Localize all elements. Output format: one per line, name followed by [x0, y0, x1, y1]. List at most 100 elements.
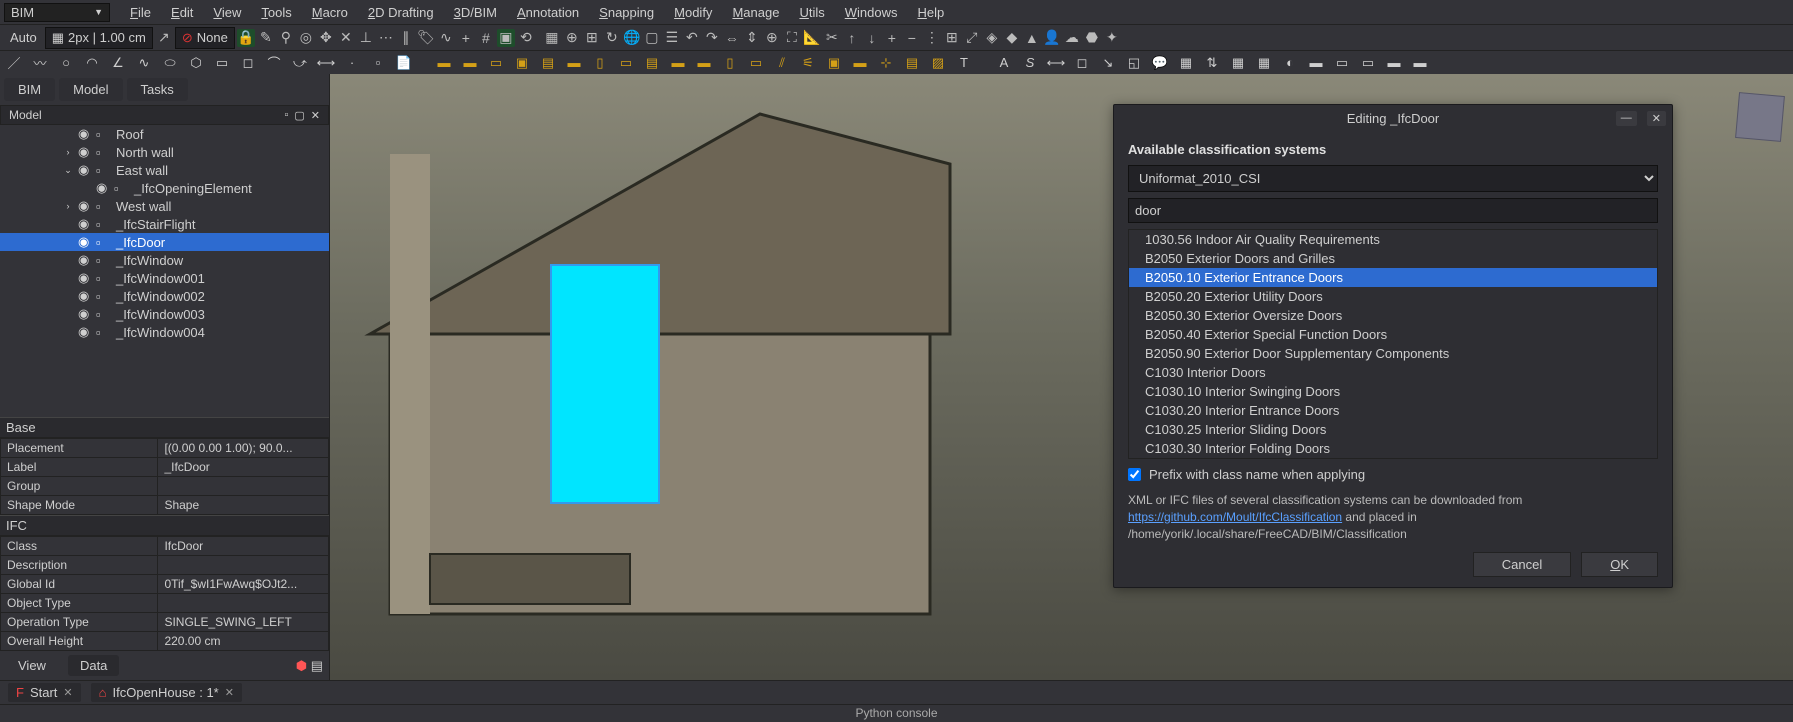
polygon-icon[interactable]: ⬡	[186, 53, 206, 73]
x-icon[interactable]: ✕	[337, 29, 355, 47]
property-row[interactable]: Shape ModeShape	[1, 496, 329, 515]
floor-icon[interactable]: ▤	[538, 53, 558, 73]
menu-annotation[interactable]: Annotation	[507, 3, 589, 22]
classification-system-select[interactable]: Uniformat_2010_CSI	[1128, 165, 1658, 192]
tree-item[interactable]: ◉▫Roof	[0, 125, 329, 143]
text2-icon[interactable]: T	[954, 53, 974, 73]
dialog-close-icon[interactable]: ✕	[1647, 111, 1666, 126]
visibility-icon[interactable]: ◉	[78, 234, 92, 250]
section-icon[interactable]: ▤	[902, 53, 922, 73]
expand-icon[interactable]: ⤢	[963, 29, 981, 47]
perp-icon[interactable]: ⊥	[357, 29, 375, 47]
menu-modify[interactable]: Modify	[664, 3, 722, 22]
prop-value[interactable]	[158, 594, 329, 613]
furn-icon[interactable]: ▬	[850, 53, 870, 73]
beam-icon[interactable]: ▬	[694, 53, 714, 73]
expand-icon[interactable]: ⌄	[62, 165, 74, 176]
menu-2ddrafting[interactable]: 2D Drafting	[358, 3, 444, 22]
tree-item[interactable]: ◉▫_IfcDoor	[0, 233, 329, 251]
visibility-icon[interactable]: ◉	[78, 270, 92, 286]
doc-tab[interactable]: FStart✕	[8, 683, 81, 702]
hatch-icon[interactable]: ▨	[928, 53, 948, 73]
prop-tab-view[interactable]: View	[6, 655, 58, 676]
property-row[interactable]: Placement[(0.00 0.00 1.00); 90.0...	[1, 439, 329, 458]
menu-file[interactable]: File	[120, 3, 161, 22]
undo-icon[interactable]: ↶	[683, 29, 701, 47]
prop-value[interactable]: IfcDoor	[158, 537, 329, 556]
prop-value[interactable]: _IfcDoor	[158, 458, 329, 477]
left-tab-tasks[interactable]: Tasks	[127, 78, 188, 101]
expand-icon[interactable]: ›	[62, 201, 74, 211]
callout-icon[interactable]: ◱	[1124, 53, 1144, 73]
classification-item[interactable]: B2050.10 Exterior Entrance Doors	[1129, 268, 1657, 287]
dim-icon[interactable]: ⟷	[316, 53, 336, 73]
arc-icon[interactable]: ◠	[82, 53, 102, 73]
tag-icon[interactable]: 🏷	[417, 29, 435, 47]
cut-icon[interactable]: ✂	[823, 29, 841, 47]
more-icon[interactable]: ⋯	[377, 29, 395, 47]
close-tab-icon[interactable]: ✕	[63, 686, 72, 699]
box-icon[interactable]: ▢	[643, 29, 661, 47]
rect-icon[interactable]: ▭	[212, 53, 232, 73]
target-icon[interactable]: ◎	[297, 29, 315, 47]
left-tab-model[interactable]: Model	[59, 78, 122, 101]
line-icon[interactable]: ／	[4, 53, 24, 73]
arc2-icon[interactable]: ⌒	[264, 53, 284, 73]
text-icon[interactable]: ▫	[368, 53, 388, 73]
fit-icon[interactable]: ⛶	[783, 29, 801, 47]
txt-s-icon[interactable]: S	[1020, 53, 1040, 73]
close-icon[interactable]: ✕	[311, 109, 320, 122]
misc2-icon[interactable]: ◆	[1003, 29, 1021, 47]
leader-icon[interactable]: ↘	[1098, 53, 1118, 73]
halign-icon[interactable]: ⇔	[723, 29, 741, 47]
tree-item[interactable]: ◉▫_IfcWindow004	[0, 323, 329, 341]
struct-icon[interactable]: ▬	[460, 53, 480, 73]
valign-icon[interactable]: ⇕	[743, 29, 761, 47]
visibility-icon[interactable]: ◉	[78, 126, 92, 142]
hash-icon[interactable]: #	[477, 29, 495, 47]
panel-icon[interactable]: ▭	[486, 53, 506, 73]
dim2-icon[interactable]: ⟷	[1046, 53, 1066, 73]
wall-icon[interactable]: ▬	[434, 53, 454, 73]
move-icon[interactable]: ✥	[317, 29, 335, 47]
globe-icon[interactable]: 🌐	[623, 29, 641, 47]
menu-utils[interactable]: Utils	[789, 3, 834, 22]
prop-value[interactable]: 0Tif_$wI1FwAwq$OJt2...	[158, 575, 329, 594]
filter-input[interactable]	[1128, 198, 1658, 223]
down-icon[interactable]: ↓	[863, 29, 881, 47]
grid3-icon[interactable]: ▦	[1228, 53, 1248, 73]
classification-item[interactable]: C1030 Interior Doors	[1129, 363, 1657, 382]
contrast-icon[interactable]: ◐	[1280, 53, 1300, 73]
window-icon[interactable]: ▯	[590, 53, 610, 73]
visibility-icon[interactable]: ◉	[96, 180, 110, 196]
prop-tab-data[interactable]: Data	[68, 655, 119, 676]
visibility-icon[interactable]: ◉	[78, 144, 92, 160]
sheet-icon[interactable]: ▤	[311, 658, 323, 673]
minimize-icon[interactable]: ▫	[284, 109, 288, 122]
menu-view[interactable]: View	[203, 3, 251, 22]
blk5-icon[interactable]: ▬	[1410, 53, 1430, 73]
grid4-icon[interactable]: ▦	[1254, 53, 1274, 73]
classification-item[interactable]: B2050.90 Exterior Door Supplementary Com…	[1129, 344, 1657, 363]
blk1-icon[interactable]: ▬	[1306, 53, 1326, 73]
left-tab-bim[interactable]: BIM	[4, 78, 55, 101]
matrix-icon[interactable]: ⊞	[943, 29, 961, 47]
menu-windows[interactable]: Windows	[835, 3, 908, 22]
grid-toggle-icon[interactable]: ▦	[543, 29, 561, 47]
slab-icon[interactable]: ▭	[746, 53, 766, 73]
classification-item[interactable]: B2050 Exterior Doors and Grilles	[1129, 249, 1657, 268]
minus-icon[interactable]: −	[903, 29, 921, 47]
tree-item[interactable]: ◉▫_IfcWindow	[0, 251, 329, 269]
prop-value[interactable]: [(0.00 0.00 1.00); 90.0...	[158, 439, 329, 458]
probe-icon[interactable]: ⚲	[277, 29, 295, 47]
vlist-icon[interactable]: ⋮	[923, 29, 941, 47]
classification-item[interactable]: B2050.20 Exterior Utility Doors	[1129, 287, 1657, 306]
property-row[interactable]: Description	[1, 556, 329, 575]
lock-icon[interactable]: 🔒	[237, 29, 255, 47]
property-row[interactable]: Global Id0Tif_$wI1FwAwq$OJt2...	[1, 575, 329, 594]
classification-item[interactable]: B2050.40 Exterior Special Function Doors	[1129, 325, 1657, 344]
visibility-icon[interactable]: ◉	[78, 252, 92, 268]
up-icon[interactable]: ↑	[843, 29, 861, 47]
grid2-icon[interactable]: ▦	[1176, 53, 1196, 73]
tree-item[interactable]: ◉▫_IfcWindow001	[0, 269, 329, 287]
